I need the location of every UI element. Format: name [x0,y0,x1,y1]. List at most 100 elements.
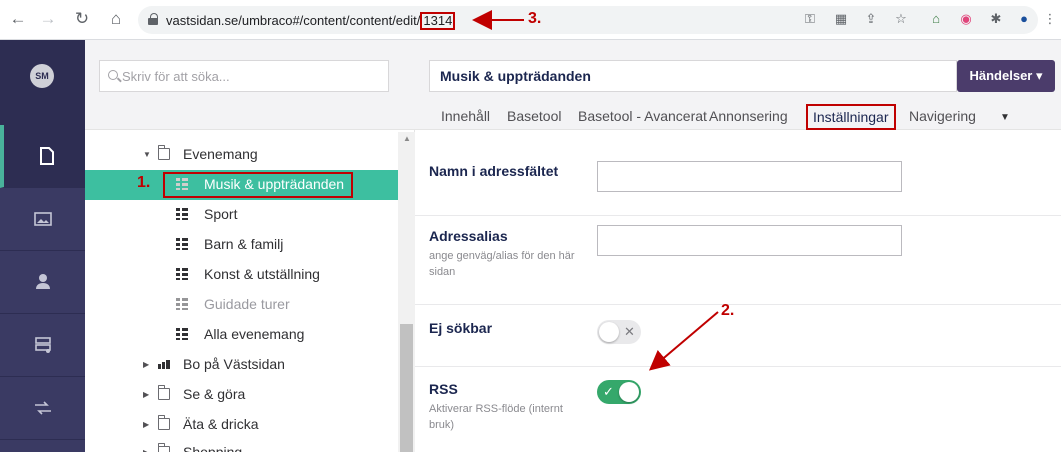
rss-toggle[interactable]: ✓ [597,380,641,404]
prop-label: RSS [429,381,458,397]
share-icon[interactable]: ⇪ [862,10,880,28]
tree-item-label: Shopping [183,444,243,452]
tree-item-shopping[interactable]: ▶ Shopping [85,438,398,452]
profile-icon[interactable]: ● [1015,10,1033,28]
search-placeholder: Skriv för att söka... [122,69,230,84]
doclist-icon [176,208,188,220]
tree-item-guidade[interactable]: Guidade turer [85,290,398,320]
caret-right-icon[interactable]: ▶ [143,390,149,399]
check-icon: ✓ [603,384,614,399]
tab-basetool[interactable]: Basetool [507,108,561,124]
prop-rss: RSS Aktiverar RSS-flöde (internt bruk) ✓ [415,367,1061,452]
prop-description: Aktiverar RSS-flöde (internt bruk) [429,403,563,431]
content-icon [40,147,54,165]
prop-label: Ej sökbar [429,320,493,336]
tree-item-label: Alla evenemang [204,326,305,342]
prop-hide-search: Ej sökbar ✕ [415,305,1061,367]
tree-item-label: Äta & dricka [183,416,259,432]
tree-item-label: Bo på Västsidan [183,356,285,372]
translate-icon[interactable]: ▦ [832,10,850,28]
tree-item-musik[interactable]: 1. Musik & uppträdanden [85,170,398,200]
content-editor: Musik & uppträdanden Händelser ▾ Innehål… [415,40,1061,452]
annotation-1: 1. [137,174,151,191]
section-members[interactable] [0,251,85,314]
doclist-icon [176,268,188,280]
annotation-2: 2. [721,302,735,319]
translation-icon [35,401,51,415]
tree-item-barn[interactable]: Barn & familj [85,230,398,260]
tab-annonsering[interactable]: Annonsering [709,108,788,124]
url-node-id: 1314 [420,12,456,30]
prop-label: Namn i adressfältet [429,163,559,179]
rail-header: SM [0,40,85,125]
scroll-up-icon[interactable]: ▲ [403,134,411,143]
caret-down-icon[interactable]: ▼ [143,150,151,159]
menu-kebab-icon[interactable]: ⋮ [1041,10,1059,28]
reload-icon[interactable]: ↻ [72,9,92,29]
toggle-knob [599,322,619,342]
tree-search-header: Skriv för att söka... [85,40,415,130]
folder-icon [157,145,170,160]
section-media[interactable] [0,188,85,251]
forward-icon[interactable]: → [38,9,58,29]
section-translation[interactable] [0,377,85,440]
browser-toolbar: ← → ↻ ⌂ vastsidan.se/umbraco#/content/co… [0,0,1061,40]
settings-icon [35,337,51,353]
avatar[interactable]: SM [30,64,54,88]
tree-item-label: Evenemang [183,146,258,162]
home-icon[interactable]: ⌂ [106,9,126,29]
umbraco-screen: ← → ↻ ⌂ vastsidan.se/umbraco#/content/co… [0,0,1061,452]
lock-icon [148,13,158,25]
extension-house-icon[interactable]: ⌂ [927,10,945,28]
folder-icon [157,385,170,400]
doclist-icon [176,238,188,250]
editor-tabs: Innehåll Basetool Basetool - Avancerat A… [415,102,1061,130]
node-name-input[interactable]: Musik & uppträdanden [429,60,957,92]
tree-item-bo[interactable]: ▶ Bo på Västsidan [85,350,398,380]
members-icon [36,274,50,289]
tree-item-label: Se & göra [183,386,246,402]
url-name-field[interactable] [597,161,902,192]
tab-navigering[interactable]: Navigering [909,108,976,124]
media-icon [34,212,52,226]
tree-item-se-gora[interactable]: ▶ Se & göra [85,380,398,410]
doclist-icon [176,328,188,340]
home-icon [158,360,170,369]
tree-search-input[interactable]: Skriv för att söka... [99,60,389,92]
folder-icon [157,443,170,452]
search-icon [108,70,118,80]
tree-item-konst[interactable]: Konst & utställning [85,260,398,290]
tree-scrollbar[interactable]: ▲ [398,132,415,452]
editor-header: Musik & uppträdanden Händelser ▾ Innehål… [415,40,1061,130]
tree-item-sport[interactable]: Sport [85,200,398,230]
prop-url-name: Namn i adressfältet [415,131,1061,216]
caret-right-icon[interactable]: ▶ [143,420,149,429]
tab-innehall[interactable]: Innehåll [441,108,490,124]
section-settings[interactable] [0,314,85,377]
url-text: vastsidan.se/umbraco#/content/content/ed… [166,12,456,30]
caret-right-icon[interactable]: ▶ [143,360,149,369]
actions-button[interactable]: Händelser ▾ [957,60,1055,92]
bookmark-star-icon[interactable]: ☆ [892,10,910,28]
section-content[interactable] [0,125,85,188]
close-icon: ✕ [624,324,635,339]
section-rail: SM [0,40,85,452]
extensions-puzzle-icon[interactable]: ✱ [987,10,1005,28]
tree-item-evenemang[interactable]: ▼ Evenemang [85,140,398,170]
tree-item-alla[interactable]: Alla evenemang [85,320,398,350]
caret-right-icon[interactable]: ▶ [143,448,149,452]
url-alias-field[interactable] [597,225,902,256]
more-tabs-caret-icon[interactable]: ▼ [1000,112,1010,123]
key-icon[interactable]: ⚿ [801,10,819,28]
tab-basetool-avancerat[interactable]: Basetool - Avancerat [578,108,707,124]
tab-installningar[interactable]: Inställningar [806,104,896,130]
hide-search-toggle[interactable]: ✕ [597,320,641,344]
back-icon[interactable]: ← [8,9,28,29]
scroll-thumb[interactable] [400,324,413,452]
prop-label: Adressalias [429,228,508,244]
content-tree-panel: Skriv för att söka... ▼ Evenemang 1. Mus… [85,40,415,452]
extension-color-icon[interactable]: ◉ [957,10,975,28]
tree-item-label: Konst & utställning [204,266,320,282]
tree-item-label: Guidade turer [204,296,290,312]
tree-item-ata-dricka[interactable]: ▶ Äta & dricka [85,410,398,440]
